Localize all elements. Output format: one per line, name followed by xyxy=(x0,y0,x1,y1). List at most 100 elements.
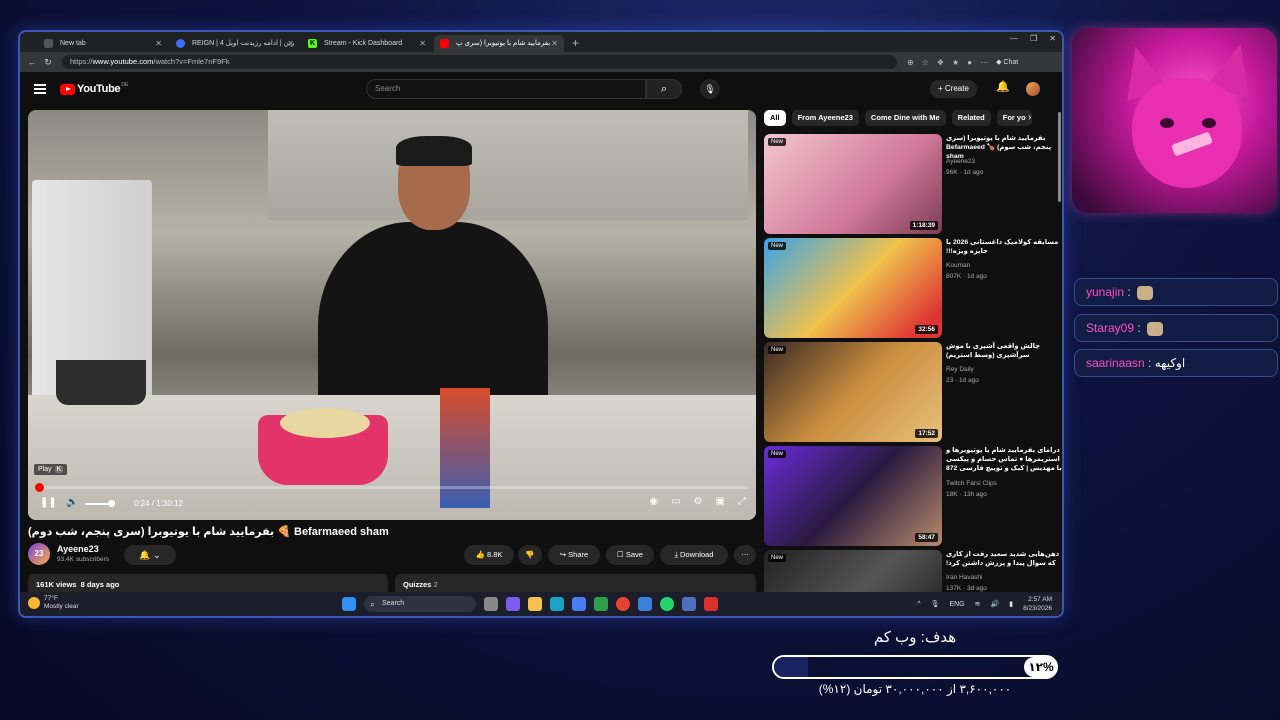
battery-icon[interactable]: ▮ xyxy=(1009,600,1013,608)
close-window-icon[interactable]: ✕ xyxy=(1049,34,1056,43)
language-indicator[interactable]: ENG xyxy=(949,601,964,608)
app-icon[interactable] xyxy=(682,597,696,611)
autoplay-toggle-icon[interactable]: ◉ xyxy=(649,496,658,507)
new-tab-plus-icon[interactable]: + xyxy=(566,35,585,52)
rec-channel[interactable]: Iran Havashi xyxy=(946,574,983,581)
volume-icon[interactable]: 🔊 xyxy=(66,497,78,508)
rec-title[interactable]: درامای بفرمایید شام با یوتیوبرها و استری… xyxy=(946,446,1062,473)
tab-kick-dashboard[interactable]: K Stream - Kick Dashboard ✕ xyxy=(302,35,432,52)
rec-channel[interactable]: Ayeene23 xyxy=(946,158,975,165)
dislike-button[interactable]: 👎 xyxy=(518,545,542,565)
list-item[interactable]: New 58:47 درامای بفرمایید شام با یوتیوبر… xyxy=(764,446,1062,546)
volume-knob[interactable] xyxy=(108,500,115,507)
menu-icon[interactable] xyxy=(34,84,46,94)
rec-title[interactable]: چالش واقعی آشپزی با موش سرآشپزی (وسط است… xyxy=(946,342,1062,360)
miniplayer-icon[interactable]: ▣ xyxy=(716,496,725,507)
task-view-icon[interactable] xyxy=(484,597,498,611)
reload-icon[interactable]: ↻ xyxy=(40,57,56,68)
fullscreen-icon[interactable]: ⤢ xyxy=(738,496,746,507)
video-thumbnail[interactable]: New 58:47 xyxy=(764,446,942,546)
more-actions-icon[interactable]: ⋯ xyxy=(734,545,756,565)
notifications-bell-icon[interactable]: 🔔 xyxy=(996,80,1010,93)
translate-icon[interactable]: ⊕ xyxy=(907,58,914,67)
weather-moon-icon[interactable] xyxy=(28,597,40,609)
settings-gear-icon[interactable]: ⚙ xyxy=(694,496,703,507)
minimize-icon[interactable]: — xyxy=(1010,34,1018,43)
maximize-icon[interactable]: ❐ xyxy=(1030,34,1037,43)
wifi-icon[interactable]: ≋ xyxy=(975,600,981,608)
microphone-icon[interactable]: 🎙 xyxy=(700,79,720,99)
chip-all[interactable]: All xyxy=(764,110,786,126)
rec-channel[interactable]: Rey Daily xyxy=(946,366,974,373)
search-input[interactable]: Search xyxy=(366,79,646,99)
chip-from-channel[interactable]: From Ayeene23 xyxy=(791,110,859,126)
windows-start-icon[interactable] xyxy=(342,597,356,611)
scrollbar[interactable] xyxy=(1058,112,1061,202)
rec-title[interactable]: بفرمایید شام با یوتیوبرا (سری پنجم، شب س… xyxy=(946,134,1062,161)
close-icon[interactable]: ✕ xyxy=(419,35,426,52)
url-field[interactable]: https://www.youtube.com/watch?v=Fmle7nF9… xyxy=(62,55,897,69)
like-button[interactable]: 👍 8.8K xyxy=(464,545,514,565)
tab-youtube[interactable]: بفرمایید شام با یوتیوبرا (سری پ ✕ xyxy=(434,35,564,52)
tab-new-tab[interactable]: New tab ✕ xyxy=(38,35,168,52)
video-thumbnail[interactable]: New 32:56 xyxy=(764,238,942,338)
weather-widget[interactable]: 77°F Mostly clear xyxy=(44,595,79,611)
store-icon[interactable] xyxy=(572,597,586,611)
close-icon[interactable]: ✕ xyxy=(287,35,294,52)
video-player[interactable]: Play K ❚❚ 🔊 0:24 / 1:30:12 ◉ ▭ ⚙ ▣ ⤢ xyxy=(28,110,756,520)
pause-icon[interactable]: ❚❚ xyxy=(40,497,57,508)
video-thumbnail[interactable]: New 1:18:39 xyxy=(764,134,942,234)
chip-related[interactable]: Related xyxy=(951,110,991,126)
share-button[interactable]: ↪ Share xyxy=(548,545,600,565)
rec-channel[interactable]: Twitch Farsi Clips xyxy=(946,480,997,487)
back-arrow-icon[interactable]: ← xyxy=(24,57,40,67)
rec-channel[interactable]: Kouman xyxy=(946,262,970,269)
recording-app-icon[interactable] xyxy=(704,597,718,611)
create-button[interactable]: + Create xyxy=(930,80,977,98)
tab-reign[interactable]: REIGN | رین | ادامه رزیدنت اویل 4 ✕ xyxy=(170,35,300,52)
copilot-chat-button[interactable]: ◆ Chat xyxy=(996,58,1018,66)
youtube-logo[interactable]: YouTube DE xyxy=(60,82,128,95)
mail-icon[interactable] xyxy=(638,597,652,611)
save-button[interactable]: ☐ Save xyxy=(606,545,654,565)
mic-tray-icon[interactable]: 🎙 xyxy=(931,600,940,608)
chevron-up-icon[interactable]: ^ xyxy=(917,601,920,608)
whatsapp-icon[interactable] xyxy=(660,597,674,611)
chevron-right-icon[interactable]: › xyxy=(1028,112,1031,123)
more-icon[interactable]: ⋯ xyxy=(980,58,988,67)
channel-avatar[interactable]: 23 xyxy=(28,543,50,565)
channel-name[interactable]: Ayeene23 xyxy=(57,544,99,554)
photos-icon[interactable] xyxy=(594,597,608,611)
close-icon[interactable]: ✕ xyxy=(551,35,558,52)
download-button[interactable]: ⤓ Download xyxy=(660,545,728,565)
progress-bar[interactable] xyxy=(35,483,748,492)
search-icon[interactable]: ⌕ xyxy=(646,79,682,99)
captions-icon[interactable]: ▭ xyxy=(671,496,680,507)
favorites-icon[interactable]: ★ xyxy=(952,58,959,67)
list-item[interactable]: New 17:52 چالش واقعی آشپزی با موش سرآشپز… xyxy=(764,342,1062,442)
extension-icon[interactable]: ❖ xyxy=(937,58,944,67)
close-icon[interactable]: ✕ xyxy=(155,35,162,52)
subscribe-notification-button[interactable]: 🔔 ⌄ xyxy=(124,545,176,565)
edge-icon[interactable] xyxy=(550,597,564,611)
video-thumbnail[interactable]: New xyxy=(764,550,942,596)
file-explorer-icon[interactable] xyxy=(528,597,542,611)
speaker-icon[interactable]: 🔊 xyxy=(991,600,1000,608)
profile-icon[interactable]: ● xyxy=(967,58,972,67)
chip-for-you[interactable]: For yo xyxy=(996,110,1032,126)
copilot-icon[interactable] xyxy=(506,597,520,611)
star-icon[interactable]: ☆ xyxy=(922,58,929,67)
list-item[interactable]: New 32:56 مسابقه کولامیک داغستانی 2026 ب… xyxy=(764,238,1062,338)
avatar[interactable] xyxy=(1026,82,1040,96)
list-item[interactable]: New 1:18:39 بفرمایید شام با یوتیوبرا (سر… xyxy=(764,134,1062,234)
chip-come-dine[interactable]: Come Dine with Me xyxy=(864,110,946,126)
cat-eye-right xyxy=(1202,118,1216,128)
rec-title[interactable]: ذهن‌هایی شدید سعید رفت از کاری که سوال پ… xyxy=(946,550,1062,568)
rec-title[interactable]: مسابقه کولامیک داغستانی 2026 با جایزه وی… xyxy=(946,238,1062,256)
clock[interactable]: 2:57 AM 8/23/2026 xyxy=(1023,595,1052,613)
list-item[interactable]: New ذهن‌هایی شدید سعید رفت از کاری که سو… xyxy=(764,550,1062,596)
video-thumbnail[interactable]: New 17:52 xyxy=(764,342,942,442)
chrome-icon[interactable] xyxy=(616,597,630,611)
taskbar-search[interactable]: Search xyxy=(364,596,476,612)
cereal-box xyxy=(440,388,490,508)
